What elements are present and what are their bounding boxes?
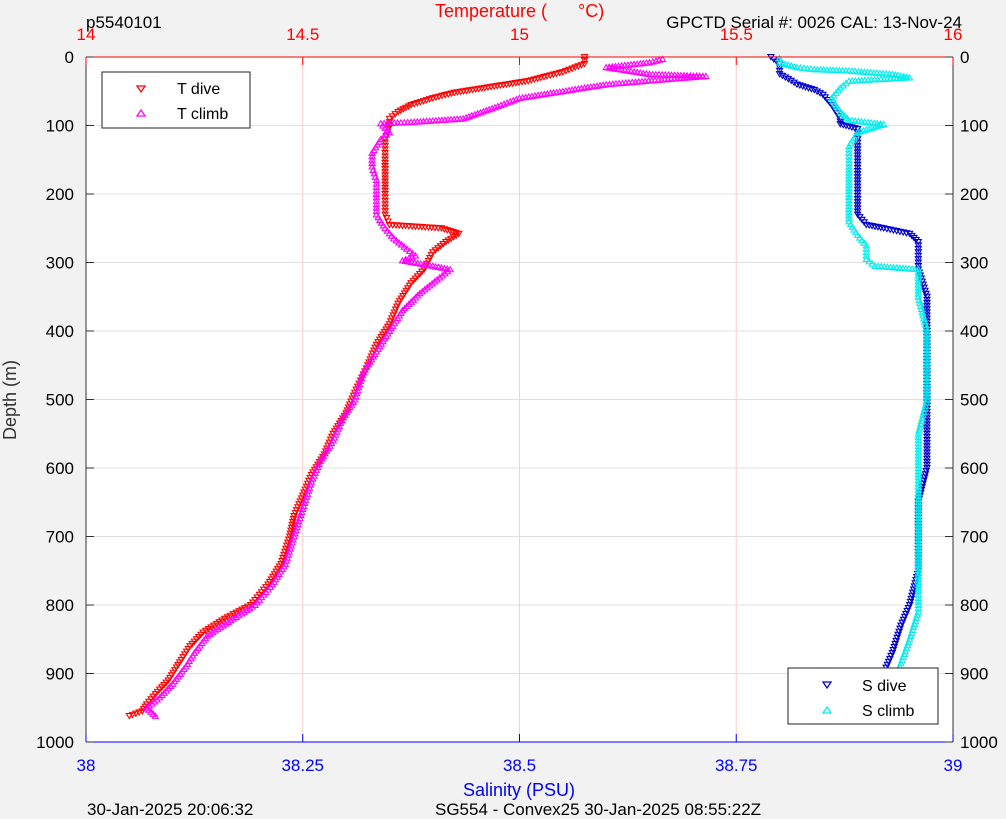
- depth-tick-label-right: 800: [960, 596, 988, 615]
- salinity-tick-label: 38.75: [715, 756, 758, 775]
- legend-t-climb: T climb: [177, 106, 228, 123]
- depth-tick-label-left: 100: [46, 117, 74, 136]
- salinity-axis-label: Salinity (PSU): [463, 780, 575, 800]
- temperature-tick-label: 14.5: [286, 25, 319, 44]
- depth-tick-label-right: 100: [960, 117, 988, 136]
- depth-tick-label-left: 400: [46, 322, 74, 341]
- depth-tick-label-right: 1000: [960, 733, 998, 752]
- depth-tick-label-left: 200: [46, 185, 74, 204]
- depth-tick-label-left: 800: [46, 596, 74, 615]
- mission-label: SG554 - Convex25 30-Jan-2025 08:55:22Z: [435, 800, 761, 819]
- depth-tick-label-left: 700: [46, 528, 74, 547]
- depth-tick-label-left: 500: [46, 391, 74, 410]
- depth-tick-label-left: 1000: [36, 733, 74, 752]
- sensor-info: GPCTD Serial #: 0026 CAL: 13-Nov-24: [666, 13, 962, 32]
- depth-tick-label-right: 700: [960, 528, 988, 547]
- depth-tick-label-right: 300: [960, 254, 988, 273]
- temperature-axis-label-part2: °C): [578, 1, 604, 21]
- salinity-tick-label: 38.5: [503, 756, 536, 775]
- temperature-legend: T dive T climb: [101, 71, 251, 129]
- depth-tick-label-right: 600: [960, 459, 988, 478]
- plot-timestamp: 30-Jan-2025 20:06:32: [87, 800, 253, 819]
- salinity-tick-label: 39: [944, 756, 963, 775]
- ctd-profile-figure: 0 0 100 100 200 200 300 300 400 400 500 500 600 600 70…: [0, 0, 1006, 819]
- depth-tick-label-right: 400: [960, 322, 988, 341]
- depth-tick-label-right: 500: [960, 391, 988, 410]
- depth-tick-label-right: 0: [960, 48, 969, 67]
- depth-tick-label-left: 0: [65, 48, 74, 67]
- depth-axis-label: Depth (m): [0, 360, 20, 440]
- salinity-tick-label: 38: [77, 756, 96, 775]
- legend-s-dive: S dive: [862, 678, 907, 695]
- salinity-tick-label: 38.25: [281, 756, 324, 775]
- depth-tick-label-left: 300: [46, 254, 74, 273]
- legend-s-climb: S climb: [862, 703, 915, 720]
- depth-tick-label-left: 600: [46, 459, 74, 478]
- legend-t-dive: T dive: [177, 81, 220, 98]
- profile-id: p5540101: [86, 13, 162, 32]
- depth-tick-label-right: 900: [960, 665, 988, 684]
- depth-tick-label-left: 900: [46, 665, 74, 684]
- depth-tick-label-right: 200: [960, 185, 988, 204]
- temperature-tick-label: 15: [510, 25, 529, 44]
- salinity-legend: S dive S climb: [787, 667, 939, 725]
- temperature-axis-label-part1: Temperature (: [435, 1, 547, 21]
